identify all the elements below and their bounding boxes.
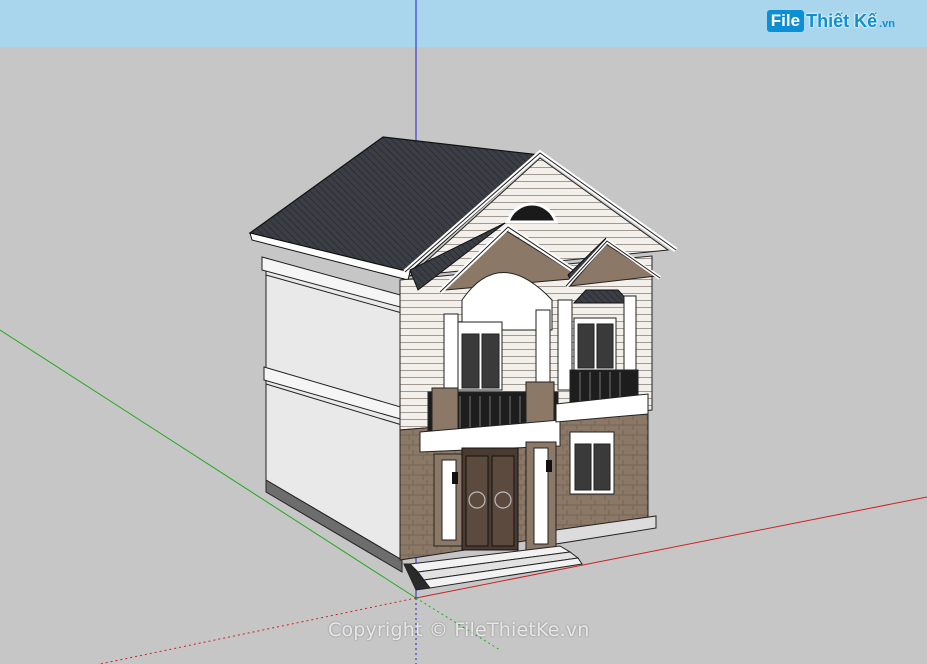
upper-column-1	[443, 313, 459, 395]
copyright-watermark: Copyright © FileThietKe.vn	[328, 619, 590, 641]
scene-canvas[interactable]	[0, 0, 927, 664]
balcony-right	[555, 369, 649, 423]
house-model[interactable]	[248, 136, 678, 591]
wall-lamp-left	[452, 472, 458, 484]
upper-column-2	[535, 309, 551, 391]
wall-lamp-right	[546, 460, 552, 472]
logo-box: File	[766, 10, 805, 32]
site-logo: File Thiết Kế .vn	[766, 10, 895, 32]
main-door	[461, 447, 519, 551]
sketchup-viewport[interactable]: File Thiết Kế .vn Copyright © FileThietK…	[0, 0, 927, 664]
logo-text: Thiết Kế	[806, 10, 878, 31]
logo-tld: .vn	[879, 18, 895, 30]
